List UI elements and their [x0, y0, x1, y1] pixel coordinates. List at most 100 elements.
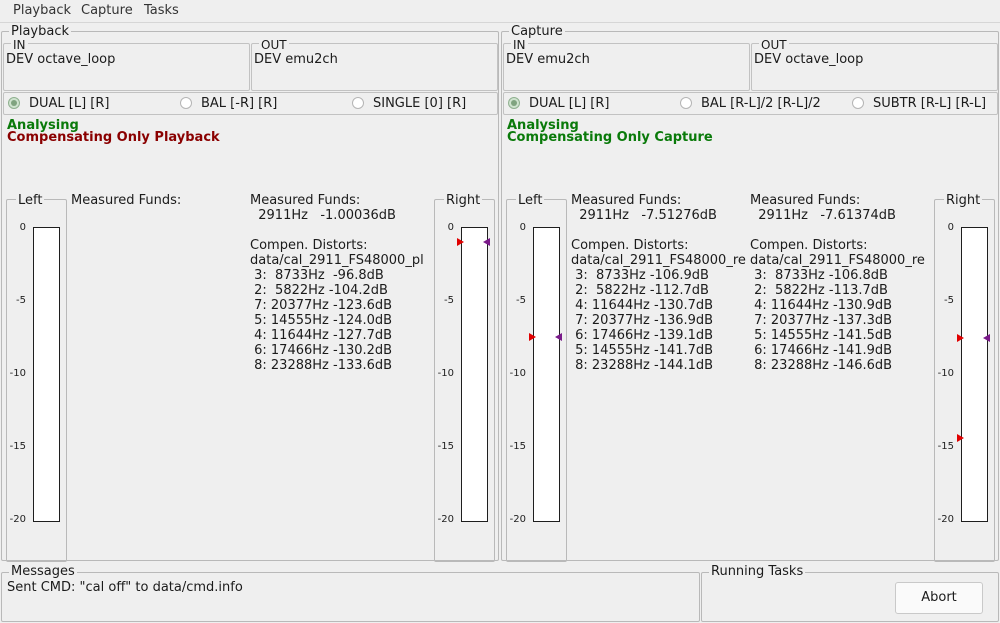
- tick-label: 0: [519, 222, 526, 233]
- capture-right-meter: [961, 227, 988, 522]
- playback-mode-dual-label[interactable]: DUAL [L] [R]: [29, 96, 110, 111]
- capture-right-meter-label: Right: [944, 193, 983, 208]
- capture-mode-bal-radio[interactable]: [680, 97, 692, 109]
- capture-right-level-marker-inner: [983, 334, 990, 343]
- tick-label: -15: [937, 441, 954, 452]
- tick-label: 0: [947, 222, 954, 233]
- tick-label: 0: [447, 222, 454, 233]
- list-item: 2: 5822Hz -104.2dB: [250, 283, 388, 298]
- list-item: 2: 5822Hz -113.7dB: [750, 283, 888, 298]
- list-item: 6: 17466Hz -139.1dB: [571, 328, 714, 343]
- playback-in-label: IN: [11, 38, 28, 53]
- capture-title: Capture: [509, 24, 565, 39]
- tick-label: -10: [9, 368, 26, 379]
- running-tasks-title: Running Tasks: [709, 564, 806, 579]
- capture-cd-left-file: data/cal_2911_FS48000_re: [571, 253, 746, 268]
- capture-left-meter-label: Left: [516, 193, 545, 208]
- list-item: 6: 17466Hz -130.2dB: [250, 343, 393, 358]
- playback-out-device[interactable]: DEV emu2ch: [254, 52, 338, 67]
- playback-mode-dual-radio[interactable]: [8, 97, 20, 109]
- capture-status-compensating: Compensating Only Capture: [507, 130, 713, 144]
- tick-label: -10: [437, 368, 454, 379]
- tick-label: -5: [444, 295, 454, 306]
- list-item: 5: 14555Hz -141.7dB: [571, 343, 714, 358]
- playback-mf-left-title: Measured Funds:: [71, 193, 182, 208]
- capture-mode-subtr-label[interactable]: SUBTR [R-L] [R-L]: [873, 96, 986, 111]
- tick-label: -20: [937, 514, 954, 525]
- capture-mf-right-value: 2911Hz -7.61374dB: [750, 208, 896, 223]
- playback-right-level-marker: [457, 237, 464, 246]
- playback-mode-single-label[interactable]: SINGLE [0] [R]: [373, 96, 466, 111]
- tick-label: -15: [9, 441, 26, 452]
- playback-right-meter-label: Right: [444, 193, 483, 208]
- menu-tasks[interactable]: Tasks: [144, 3, 179, 18]
- list-item: 7: 20377Hz -123.6dB: [250, 298, 393, 313]
- capture-left-level-marker: [529, 332, 536, 341]
- playback-right-level-marker-inner: [483, 237, 490, 246]
- playback-right-meter: [461, 227, 488, 522]
- playback-cd-title: Compen. Distorts:: [250, 238, 368, 253]
- menu-capture[interactable]: Capture: [81, 3, 133, 18]
- playback-status-compensating: Compensating Only Playback: [7, 130, 220, 144]
- tick-label: -5: [944, 295, 954, 306]
- messages-title: Messages: [9, 564, 77, 579]
- capture-left-level-marker-inner: [555, 332, 562, 341]
- capture-cd-right-file: data/cal_2911_FS48000_re: [750, 253, 925, 268]
- capture-out-device[interactable]: DEV octave_loop: [754, 52, 863, 67]
- list-item: 3: 8733Hz -106.8dB: [750, 268, 888, 283]
- playback-title: Playback: [9, 24, 72, 39]
- capture-out-label: OUT: [759, 38, 789, 53]
- capture-mf-right-title: Measured Funds:: [750, 193, 861, 208]
- tick-label: -5: [516, 295, 526, 306]
- menu-playback[interactable]: Playback: [13, 3, 71, 18]
- playback-mode-bal-radio[interactable]: [180, 97, 192, 109]
- tick-label: -10: [937, 368, 954, 379]
- capture-mode-dual-radio[interactable]: [508, 97, 520, 109]
- tick-label: -20: [9, 514, 26, 525]
- playback-cd-file: data/cal_2911_FS48000_pl: [250, 253, 424, 268]
- list-item: 7: 20377Hz -136.9dB: [571, 313, 714, 328]
- capture-status: Analysing Compensating Only Capture: [507, 118, 807, 144]
- menu-bar: Playback Capture Tasks: [0, 0, 1000, 23]
- capture-in-box: [503, 43, 750, 91]
- capture-left-meter: [533, 227, 560, 522]
- capture-cd-left-title: Compen. Distorts:: [571, 238, 689, 253]
- playback-right-ticks: 0 -5 -10 -15 -20: [434, 223, 464, 525]
- capture-right-peak-marker: [957, 433, 964, 442]
- playback-left-meter: [33, 227, 60, 522]
- list-item: 5: 14555Hz -141.5dB: [750, 328, 893, 343]
- playback-mf-right-value: 2911Hz -1.00036dB: [250, 208, 396, 223]
- playback-status: Analysing Compensating Only Playback: [7, 118, 307, 144]
- capture-mf-left-value: 2911Hz -7.51276dB: [571, 208, 717, 223]
- list-item: 6: 17466Hz -141.9dB: [750, 343, 893, 358]
- capture-cd-right-title: Compen. Distorts:: [750, 238, 868, 253]
- list-item: 2: 5822Hz -112.7dB: [571, 283, 709, 298]
- abort-button[interactable]: Abort: [895, 582, 983, 614]
- capture-mode-subtr-radio[interactable]: [852, 97, 864, 109]
- capture-mf-left-title: Measured Funds:: [571, 193, 682, 208]
- list-item: 5: 14555Hz -124.0dB: [250, 313, 393, 328]
- tick-label: 0: [19, 222, 26, 233]
- playback-left-ticks: 0 -5 -10 -15 -20: [6, 223, 36, 525]
- playback-mode-bal-label[interactable]: BAL [-R] [R]: [201, 96, 277, 111]
- capture-mode-bal-label[interactable]: BAL [R-L]/2 [R-L]/2: [701, 96, 821, 111]
- playback-in-device[interactable]: DEV octave_loop: [6, 52, 115, 67]
- capture-right-ticks: 0 -5 -10 -15 -20: [934, 223, 964, 525]
- list-item: 4: 11644Hz -127.7dB: [250, 328, 393, 343]
- tick-label: -15: [437, 441, 454, 452]
- playback-cd-list: 3: 8733Hz -96.8dB 2: 5822Hz -104.2dB 7: …: [250, 268, 392, 373]
- capture-in-label: IN: [511, 38, 528, 53]
- playback-out-label: OUT: [259, 38, 289, 53]
- list-item: 8: 23288Hz -146.6dB: [750, 358, 893, 373]
- tick-label: -20: [509, 514, 526, 525]
- tick-label: -10: [509, 368, 526, 379]
- playback-mode-single-radio[interactable]: [352, 97, 364, 109]
- capture-mode-dual-label[interactable]: DUAL [L] [R]: [529, 96, 610, 111]
- list-item: 3: 8733Hz -106.9dB: [571, 268, 709, 283]
- capture-right-level-marker: [957, 334, 964, 343]
- tick-label: -5: [16, 295, 26, 306]
- capture-left-ticks: 0 -5 -10 -15 -20: [506, 223, 536, 525]
- list-item: 3: 8733Hz -96.8dB: [250, 268, 384, 283]
- playback-mf-right-title: Measured Funds:: [250, 193, 361, 208]
- capture-in-device[interactable]: DEV emu2ch: [506, 52, 590, 67]
